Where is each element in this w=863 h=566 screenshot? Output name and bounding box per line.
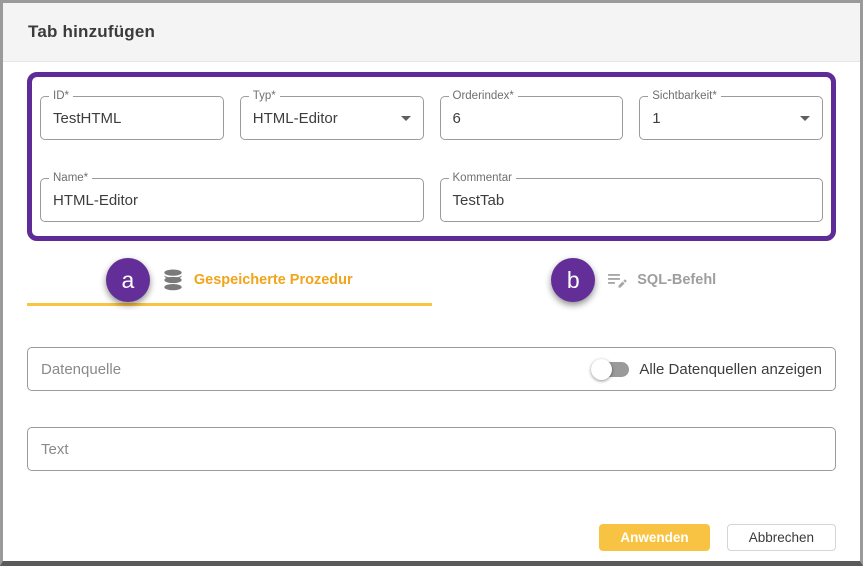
name-field-label: Name*: [49, 171, 92, 185]
abbrechen-button[interactable]: Abbrechen: [727, 524, 836, 551]
name-field[interactable]: Name* HTML-Editor: [40, 178, 424, 222]
orderindex-field-value: 6: [453, 110, 461, 127]
dialog-footer: Anwenden Abbrechen: [599, 524, 836, 551]
edit-note-icon: [605, 268, 629, 292]
orderindex-field-label: Orderindex*: [449, 89, 518, 103]
kommentar-field-value: TestTab: [453, 192, 505, 209]
chevron-down-icon: [800, 116, 810, 121]
id-field[interactable]: ID* TestHTML: [40, 96, 224, 140]
sichtbarkeit-select[interactable]: Sichtbarkeit* 1: [639, 96, 823, 140]
orderindex-field[interactable]: Orderindex* 6: [440, 96, 624, 140]
name-field-value: HTML-Editor: [53, 192, 138, 209]
tab-sql-befehl[interactable]: b SQL-Befehl: [432, 257, 837, 306]
source-type-tabs: a Gespeicherte Prozedur b: [27, 257, 836, 306]
typ-select-label: Typ*: [249, 89, 280, 103]
tab-sql-befehl-label: SQL-Befehl: [637, 272, 716, 288]
toggle-thumb: [591, 359, 612, 380]
text-field-placeholder: Text: [41, 441, 69, 458]
annotation-marker-b: b: [551, 258, 595, 302]
text-field[interactable]: Text: [27, 427, 836, 471]
sichtbarkeit-select-label: Sichtbarkeit*: [648, 89, 721, 103]
alle-datenquellen-toggle-label: Alle Datenquellen anzeigen: [639, 361, 822, 378]
id-field-value: TestHTML: [53, 110, 121, 127]
typ-select[interactable]: Typ* HTML-Editor: [240, 96, 424, 140]
sichtbarkeit-select-value: 1: [652, 110, 660, 127]
datenquelle-field[interactable]: Datenquelle Alle Datenquellen anzeigen: [27, 347, 836, 391]
annotation-highlight-box: ID* TestHTML Typ* HTML-Editor Orderindex…: [27, 72, 836, 241]
add-tab-dialog: Tab hinzufügen ID* TestHTML Typ* HTML-Ed…: [0, 0, 863, 566]
tab-gespeicherte-prozedur-label: Gespeicherte Prozedur: [194, 272, 353, 288]
chevron-down-icon: [401, 116, 411, 121]
annotation-marker-a: a: [106, 258, 150, 302]
dialog-header: Tab hinzufügen: [3, 3, 860, 62]
toggle-group: Alle Datenquellen anzeigen: [593, 361, 822, 378]
fields-row-2: Name* HTML-Editor Kommentar TestTab: [40, 178, 823, 222]
dialog-body: ID* TestHTML Typ* HTML-Editor Orderindex…: [3, 72, 860, 471]
id-field-label: ID*: [49, 89, 73, 103]
kommentar-field-label: Kommentar: [449, 171, 516, 185]
fields-row-1: ID* TestHTML Typ* HTML-Editor Orderindex…: [40, 96, 823, 140]
dialog-title: Tab hinzufügen: [28, 22, 155, 42]
alle-datenquellen-toggle[interactable]: [593, 362, 629, 377]
database-icon: [160, 267, 186, 293]
typ-select-value: HTML-Editor: [253, 110, 338, 127]
tab-gespeicherte-prozedur[interactable]: a Gespeicherte Prozedur: [27, 257, 432, 306]
kommentar-field[interactable]: Kommentar TestTab: [440, 178, 824, 222]
anwenden-button[interactable]: Anwenden: [599, 524, 709, 551]
datenquelle-placeholder: Datenquelle: [41, 361, 121, 378]
